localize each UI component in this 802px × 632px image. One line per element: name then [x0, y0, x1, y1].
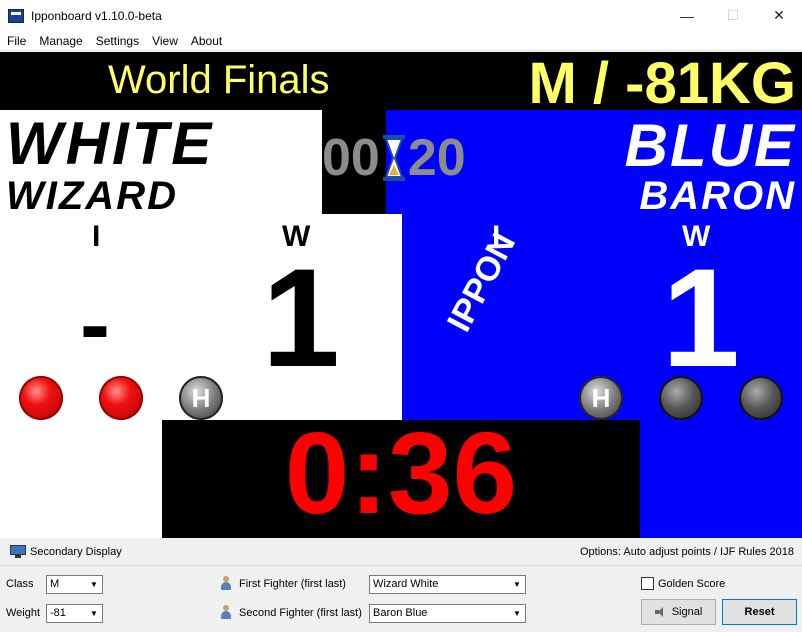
white-ippon-label: I — [92, 220, 101, 253]
blue-wazaari-score[interactable]: 1 — [662, 248, 740, 388]
white-ippon-score[interactable]: - — [80, 280, 110, 370]
hourglass-icon — [382, 135, 405, 181]
menu-view[interactable]: View — [145, 34, 184, 48]
class-select[interactable]: M ▼ — [46, 575, 103, 594]
weight-select[interactable]: -81 ▼ — [46, 604, 103, 623]
white-name-line1: WHITE — [6, 110, 215, 177]
white-wazaari-score[interactable]: 1 — [262, 248, 340, 388]
reset-button[interactable]: Reset — [722, 599, 797, 625]
golden-score-label: Golden Score — [658, 578, 726, 590]
controls-panel: Class M ▼ Weight -81 ▼ First Fighter (fi… — [0, 566, 802, 632]
white-shido-1[interactable] — [19, 376, 63, 420]
second-fighter-label: Second Fighter (first last) — [239, 607, 362, 619]
menu-manage[interactable]: Manage — [32, 34, 88, 48]
signal-label: Signal — [671, 606, 703, 618]
person-icon — [220, 605, 232, 619]
chevron-down-icon: ▼ — [513, 580, 521, 589]
scoreboard-header: World Finals M / -81KG — [0, 52, 802, 116]
blue-shido-2[interactable] — [739, 376, 783, 420]
class-value: M — [50, 578, 60, 590]
ipponboard-window: Ipponboard v1.10.0-beta — ☐ ✕ File Manag… — [0, 0, 802, 632]
scoreboard[interactable]: World Finals M / -81KG WHITE WIZARD BLUE… — [0, 52, 802, 538]
first-fighter-select[interactable]: Wizard White ▼ — [369, 575, 526, 594]
speaker-icon — [654, 607, 667, 617]
event-title: World Finals — [108, 58, 330, 102]
options-summary: Options: Auto adjust points / IJF Rules … — [579, 545, 794, 558]
blue-name-line1: BLUE — [624, 112, 796, 179]
status-strip: Secondary Display Options: Auto adjust p… — [0, 538, 802, 566]
second-fighter-value: Baron Blue — [373, 607, 428, 619]
close-button[interactable]: ✕ — [756, 0, 802, 31]
class-label: Class — [6, 578, 34, 590]
white-bottom-panel — [0, 420, 162, 538]
secondary-display-toggle[interactable]: Secondary Display — [30, 546, 122, 558]
minimize-button[interactable]: — — [664, 0, 710, 31]
blue-name-line2: BARON — [639, 174, 796, 218]
osaekomi-left: 00 — [322, 129, 380, 187]
menu-settings[interactable]: Settings — [89, 34, 145, 48]
menu-bar: File Manage Settings View About — [0, 31, 802, 51]
blue-bottom-panel — [640, 420, 802, 538]
chevron-down-icon: ▼ — [90, 580, 98, 589]
signal-button[interactable]: Signal — [641, 599, 716, 625]
main-clock[interactable]: 0:36 — [162, 409, 640, 538]
weight-value: -81 — [50, 607, 66, 619]
app-icon — [8, 8, 24, 23]
white-name-line2: WIZARD — [6, 174, 178, 218]
osaekomi-right: 20 — [407, 129, 466, 187]
window-title: Ipponboard v1.10.0-beta — [31, 8, 162, 23]
first-fighter-label: First Fighter (first last) — [239, 578, 346, 590]
white-shido-2[interactable] — [99, 376, 143, 420]
maximize-button[interactable]: ☐ — [710, 0, 756, 31]
person-icon — [220, 576, 232, 590]
osaekomi-timer: 00 20 — [322, 132, 466, 184]
chevron-down-icon: ▼ — [90, 609, 98, 618]
title-bar: Ipponboard v1.10.0-beta — ☐ ✕ — [0, 0, 802, 31]
first-fighter-value: Wizard White — [373, 578, 439, 590]
weight-category: M / -81KG — [528, 52, 797, 116]
menu-about[interactable]: About — [184, 34, 228, 48]
chevron-down-icon: ▼ — [513, 609, 521, 618]
weight-label: Weight — [6, 607, 41, 619]
menu-file[interactable]: File — [0, 34, 32, 48]
golden-score-checkbox[interactable] — [641, 577, 654, 590]
second-fighter-select[interactable]: Baron Blue ▼ — [369, 604, 526, 623]
monitor-icon[interactable] — [10, 545, 26, 558]
blue-shido-1[interactable] — [659, 376, 703, 420]
